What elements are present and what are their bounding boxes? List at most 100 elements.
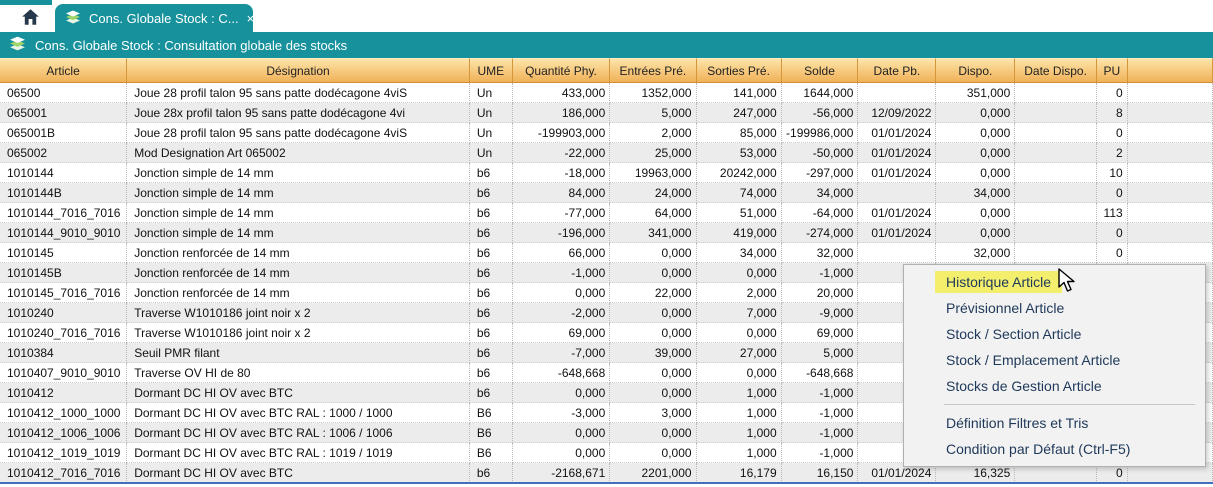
cell-entrees_pre[interactable]: 0,000 — [610, 303, 696, 323]
cell-qte_phy[interactable]: -2168,671 — [513, 463, 611, 483]
cell-date_dispo[interactable] — [1015, 103, 1097, 123]
column-header-sorties_pre[interactable]: Sorties Pré. — [697, 58, 782, 83]
cell-article[interactable]: 1010145B — [0, 263, 127, 283]
menu-item-stock-section-article[interactable]: Stock / Section Article — [904, 321, 1205, 347]
cell-pu[interactable]: 8 — [1097, 103, 1128, 123]
cell-entrees_pre[interactable]: 39,000 — [610, 343, 696, 363]
column-header-ume[interactable]: UME — [470, 58, 513, 83]
cell-dispo[interactable]: 351,000 — [936, 83, 1015, 103]
table-row[interactable]: 1010144_7016_7016Jonction simple de 14 m… — [0, 203, 1213, 223]
cell-dispo[interactable]: 0,000 — [936, 123, 1015, 143]
cell-designation[interactable]: Jonction renforcée de 14 mm — [127, 283, 470, 303]
cell-qte_phy[interactable]: -2,000 — [513, 303, 611, 323]
cell-article[interactable]: 1010407_9010_9010 — [0, 363, 127, 383]
cell-article[interactable]: 1010240_7016_7016 — [0, 323, 127, 343]
cell-dispo[interactable]: 34,000 — [936, 183, 1015, 203]
close-icon[interactable]: × — [247, 12, 255, 25]
cell-ume[interactable]: B6 — [470, 423, 513, 443]
cell-dispo[interactable]: 0,000 — [936, 203, 1015, 223]
cell-entrees_pre[interactable]: 3,000 — [610, 403, 696, 423]
menu-item-d-finition-filtres-et-tris[interactable]: Définition Filtres et Tris — [904, 410, 1205, 436]
table-row[interactable]: 065002Mod Designation Art 065002Un-22,00… — [0, 143, 1213, 163]
cell-date_pb[interactable]: 01/01/2024 — [858, 123, 936, 143]
cell-qte_phy[interactable]: 433,000 — [513, 83, 611, 103]
column-header-entrees_pre[interactable]: Entrées Pré. — [610, 58, 696, 83]
cell-solde[interactable]: 32,000 — [782, 243, 859, 263]
cell-sorties_pre[interactable]: 419,000 — [697, 223, 782, 243]
cell-solde[interactable]: 16,150 — [782, 463, 859, 483]
cell-entrees_pre[interactable]: 0,000 — [610, 383, 696, 403]
cell-designation[interactable]: Jonction renforcée de 14 mm — [127, 243, 470, 263]
cell-designation[interactable]: Traverse W1010186 joint noir x 2 — [127, 303, 470, 323]
cell-ume[interactable]: b6 — [470, 343, 513, 363]
cell-sorties_pre[interactable]: 7,000 — [697, 303, 782, 323]
cell-dispo[interactable]: 32,000 — [936, 243, 1015, 263]
cell-sorties_pre[interactable]: 74,000 — [697, 183, 782, 203]
cell-entrees_pre[interactable]: 341,000 — [610, 223, 696, 243]
cell-article[interactable]: 1010240 — [0, 303, 127, 323]
cell-qte_phy[interactable]: 186,000 — [513, 103, 611, 123]
table-row[interactable]: 06500Joue 28 profil talon 95 sans patte … — [0, 83, 1213, 103]
cell-ume[interactable]: Un — [470, 143, 513, 163]
column-header-qte_phy[interactable]: Quantité Phy. — [513, 58, 611, 83]
cell-entrees_pre[interactable]: 1352,000 — [610, 83, 696, 103]
cell-designation[interactable]: Dormant DC HI OV avec BTC — [127, 383, 470, 403]
cell-date_pb[interactable] — [858, 83, 936, 103]
cell-date_pb[interactable]: 01/01/2024 — [858, 223, 936, 243]
cell-date_dispo[interactable] — [1015, 203, 1097, 223]
column-header-solde[interactable]: Solde — [782, 58, 859, 83]
cell-qte_phy[interactable]: -199903,000 — [513, 123, 611, 143]
cell-ume[interactable]: b6 — [470, 263, 513, 283]
cell-dispo[interactable]: 0,000 — [936, 103, 1015, 123]
table-row[interactable]: 1010144Jonction simple de 14 mmb6-18,000… — [0, 163, 1213, 183]
cell-ume[interactable]: b6 — [470, 223, 513, 243]
cell-solde[interactable]: 69,000 — [782, 323, 859, 343]
cell-dispo[interactable]: 0,000 — [936, 143, 1015, 163]
cell-qte_phy[interactable]: 66,000 — [513, 243, 611, 263]
cell-qte_phy[interactable]: 69,000 — [513, 323, 611, 343]
cell-solde[interactable]: -1,000 — [782, 443, 859, 463]
cell-date_pb[interactable] — [858, 183, 936, 203]
cell-ume[interactable]: b6 — [470, 163, 513, 183]
cell-designation[interactable]: Jonction simple de 14 mm — [127, 203, 470, 223]
cell-entrees_pre[interactable]: 25,000 — [610, 143, 696, 163]
column-header-date_pb[interactable]: Date Pb. — [858, 58, 936, 83]
cell-entrees_pre[interactable]: 19963,000 — [610, 163, 696, 183]
cell-solde[interactable]: -9,000 — [782, 303, 859, 323]
cell-sorties_pre[interactable]: 1,000 — [697, 383, 782, 403]
cell-sorties_pre[interactable]: 141,000 — [697, 83, 782, 103]
cell-article[interactable]: 1010412_7016_7016 — [0, 463, 127, 483]
cell-ume[interactable]: Un — [470, 83, 513, 103]
cell-sorties_pre[interactable]: 85,000 — [697, 123, 782, 143]
cell-pu[interactable]: 10 — [1097, 163, 1128, 183]
cell-solde[interactable]: -64,000 — [782, 203, 859, 223]
cell-ume[interactable]: Un — [470, 123, 513, 143]
cell-article[interactable]: 1010144 — [0, 163, 127, 183]
cell-qte_phy[interactable]: -648,668 — [513, 363, 611, 383]
cell-dispo[interactable]: 0,000 — [936, 223, 1015, 243]
cell-ume[interactable]: Un — [470, 103, 513, 123]
cell-pu[interactable]: 2 — [1097, 143, 1128, 163]
cell-qte_phy[interactable]: 0,000 — [513, 423, 611, 443]
cell-article[interactable]: 1010412_1000_1000 — [0, 403, 127, 423]
cell-designation[interactable]: Joue 28x profil talon 95 sans patte dodé… — [127, 103, 470, 123]
cell-ume[interactable]: b6 — [470, 183, 513, 203]
home-tab[interactable] — [8, 6, 52, 32]
cell-pu[interactable]: 0 — [1097, 83, 1128, 103]
table-row[interactable]: 1010144BJonction simple de 14 mmb684,000… — [0, 183, 1213, 203]
cell-entrees_pre[interactable]: 2201,000 — [610, 463, 696, 483]
cell-ume[interactable]: b6 — [470, 243, 513, 263]
column-header-designation[interactable]: Désignation — [127, 58, 470, 83]
table-row[interactable]: 065001Joue 28x profil talon 95 sans patt… — [0, 103, 1213, 123]
cell-date_dispo[interactable] — [1015, 163, 1097, 183]
cell-solde[interactable]: -199986,000 — [782, 123, 859, 143]
cell-solde[interactable]: 34,000 — [782, 183, 859, 203]
cell-sorties_pre[interactable]: 0,000 — [697, 323, 782, 343]
cell-solde[interactable]: 20,000 — [782, 283, 859, 303]
cell-solde[interactable]: 5,000 — [782, 343, 859, 363]
cell-date_dispo[interactable] — [1015, 243, 1097, 263]
menu-item-condition-par-d-faut-ctrl-f5[interactable]: Condition par Défaut (Ctrl-F5) — [904, 436, 1205, 462]
cell-entrees_pre[interactable]: 64,000 — [610, 203, 696, 223]
cell-solde[interactable]: -274,000 — [782, 223, 859, 243]
menu-item-pr-visionnel-article[interactable]: Prévisionnel Article — [904, 295, 1205, 321]
